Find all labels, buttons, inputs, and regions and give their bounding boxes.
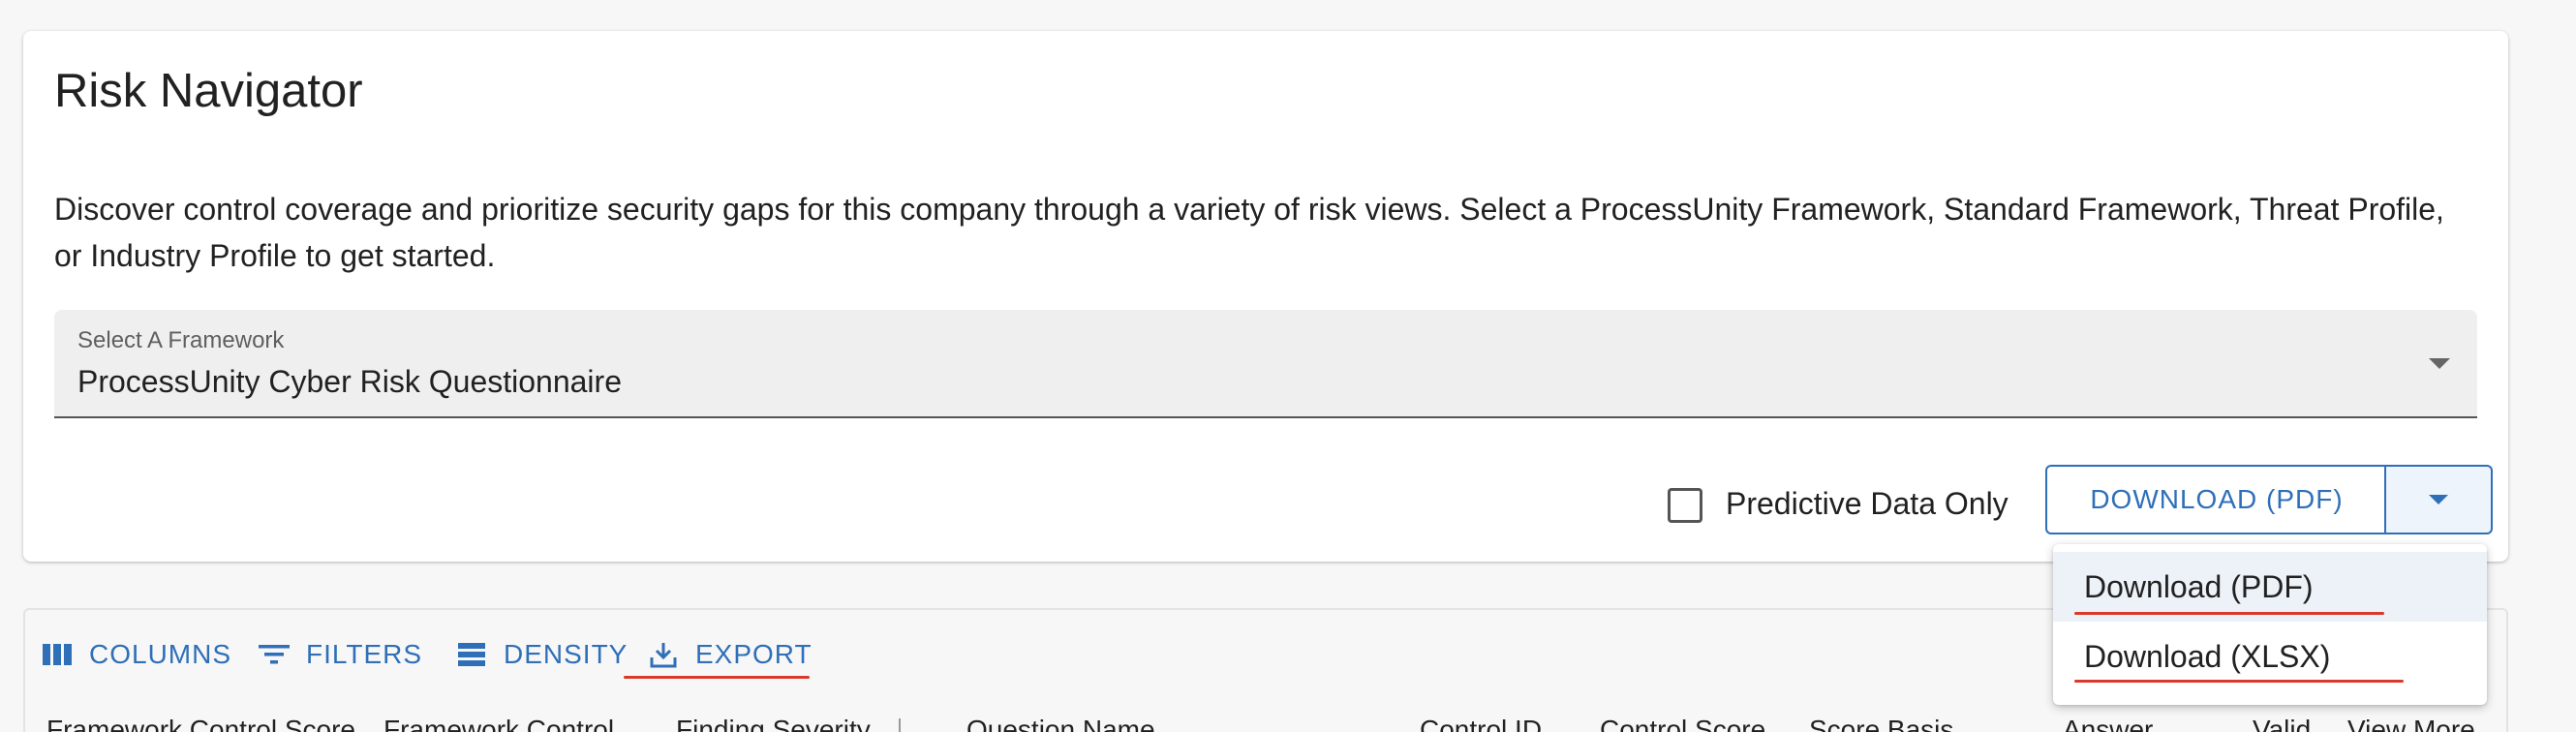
column-header[interactable]: Framework Control [383, 715, 614, 732]
column-header[interactable]: Framework Control Score [46, 715, 355, 732]
density-button[interactable]: DENSITY [455, 633, 628, 676]
page-description: Discover control coverage and prioritize… [54, 192, 2444, 273]
column-header[interactable]: Question Name [966, 715, 1155, 732]
predictive-data-checkbox[interactable] [1668, 488, 1702, 523]
filters-button[interactable]: FILTERS [258, 633, 422, 676]
columns-icon [41, 638, 74, 671]
xlsx-highlight-underline [2074, 680, 2404, 683]
caret-down-icon [2429, 495, 2448, 504]
column-header[interactable]: Score Basis [1809, 715, 1953, 732]
table-header-row: Framework Control Score Framework Contro… [25, 715, 2506, 732]
pdf-highlight-underline [2074, 612, 2384, 615]
download-pdf-button[interactable]: DOWNLOAD (PDF) [2045, 465, 2386, 534]
download-icon [647, 638, 680, 671]
columns-label: COLUMNS [89, 639, 232, 669]
density-label: DENSITY [504, 639, 629, 669]
download-options-toggle[interactable] [2384, 465, 2493, 534]
chevron-down-icon [2429, 358, 2450, 369]
download-menu: Download (PDF) Download (XLSX) [2053, 544, 2487, 705]
column-header[interactable]: Control Score [1600, 715, 1765, 732]
column-header[interactable]: View More [2347, 715, 2475, 732]
page-title: Risk Navigator [54, 65, 363, 117]
filters-label: FILTERS [306, 639, 423, 669]
predictive-data-label[interactable]: Predictive Data Only [1726, 486, 2009, 522]
framework-select-label: Select A Framework [77, 327, 285, 353]
column-header[interactable]: Answer [2063, 715, 2153, 732]
framework-select-value: ProcessUnity Cyber Risk Questionnaire [77, 364, 622, 399]
column-header[interactable]: Control ID [1420, 715, 1542, 732]
filter-icon [258, 638, 291, 671]
density-icon [455, 638, 488, 671]
column-header[interactable]: Finding Severity [676, 715, 871, 732]
framework-select[interactable]: Select A Framework ProcessUnity Cyber Ri… [54, 310, 2477, 418]
column-separator[interactable] [899, 718, 901, 732]
column-header[interactable]: Valid [2253, 715, 2311, 732]
columns-button[interactable]: COLUMNS [41, 633, 231, 676]
export-button[interactable]: EXPORT [647, 633, 813, 676]
export-label: EXPORT [695, 639, 813, 669]
export-highlight-underline [624, 676, 810, 679]
